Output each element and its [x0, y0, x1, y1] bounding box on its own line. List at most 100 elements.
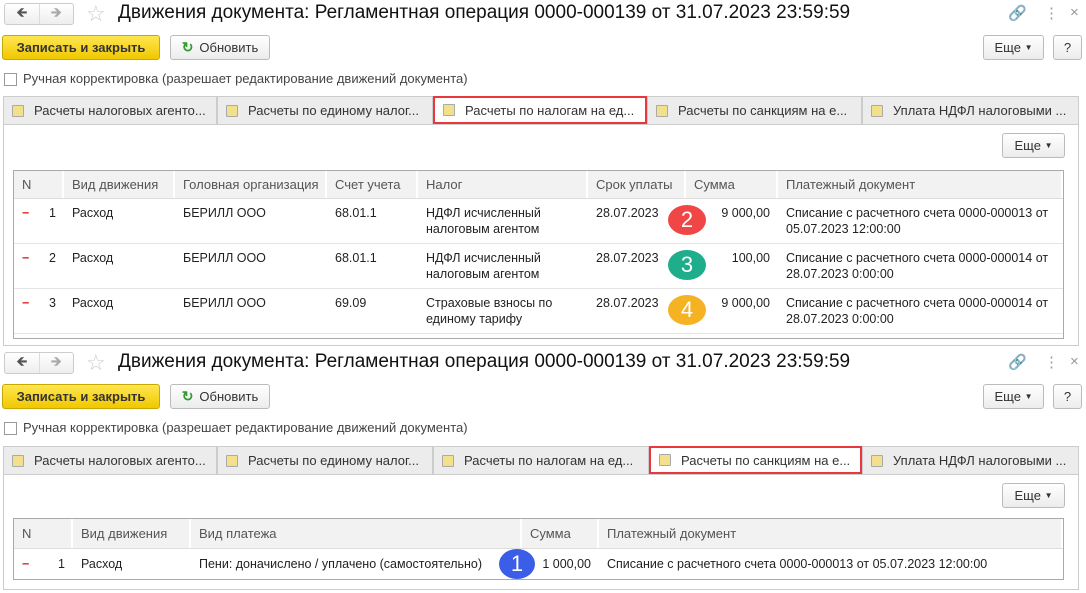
tab-strip: Расчеты налоговых агенто... Расчеты по е…: [3, 96, 1079, 124]
col-org[interactable]: Головная организация: [175, 171, 327, 198]
row-org: БЕРИЛЛ ООО: [183, 206, 266, 220]
row-doc: Списание с расчетного счета 0000-000014 …: [786, 251, 1049, 281]
tab-single-tax[interactable]: Расчеты по единому налог...: [217, 96, 433, 124]
col-n[interactable]: N: [14, 519, 73, 548]
row-n: 2: [49, 251, 56, 265]
tab-single-tax[interactable]: Расчеты по единому налог...: [217, 446, 433, 474]
col-n[interactable]: N: [14, 171, 64, 198]
col-doc[interactable]: Платежный документ: [599, 519, 1063, 548]
more-button[interactable]: Еще ▼: [983, 384, 1044, 409]
favorite-star-icon[interactable]: ☆: [86, 1, 106, 27]
col-sum[interactable]: Сумма: [522, 519, 599, 548]
tab-label: Уплата НДФЛ налоговыми ...: [893, 453, 1067, 468]
col-sum[interactable]: Сумма: [686, 171, 778, 198]
col-tax[interactable]: Налог: [418, 171, 588, 198]
more-label: Еще: [994, 389, 1021, 404]
tab-ndfl-payment[interactable]: Уплата НДФЛ налоговыми ...: [862, 96, 1079, 124]
expense-icon: −: [22, 206, 30, 220]
refresh-button[interactable]: ↻ Обновить: [170, 35, 270, 60]
table-row[interactable]: − 3 Расход БЕРИЛЛ ООО 69.09 Страховые взн…: [14, 289, 1063, 334]
table-row[interactable]: − 2 Расход БЕРИЛЛ ООО 68.01.1 НДФЛ исчисл…: [14, 244, 1063, 289]
col-doc[interactable]: Платежный документ: [778, 171, 1063, 198]
refresh-label: Обновить: [199, 389, 259, 404]
register-icon: [12, 104, 24, 117]
favorite-star-icon[interactable]: ☆: [86, 350, 106, 376]
row-account: 69.09: [335, 296, 367, 310]
table-row[interactable]: − 1 Расход Пени: доначислено / уплачено (…: [14, 549, 1063, 579]
movements-window-top: 🡸 🡺 ☆ Движения документа: Регламентная оп…: [0, 0, 1086, 346]
close-icon[interactable]: ×: [1070, 4, 1079, 21]
row-doc: Списание с расчетного счета 0000-000013 …: [786, 206, 1049, 236]
register-icon: [659, 454, 671, 466]
more-button[interactable]: Еще ▼: [983, 35, 1044, 60]
back-arrow-icon[interactable]: 🡸: [5, 4, 39, 24]
row-tax: Страховые взносы по единому тарифу: [426, 296, 553, 326]
table-row[interactable]: − 1 Расход БЕРИЛЛ ООО 68.01.1 НДФЛ исчисл…: [14, 199, 1063, 244]
help-button[interactable]: ?: [1053, 35, 1082, 60]
more-vertical-icon[interactable]: ⋮: [1044, 353, 1059, 371]
tab-strip: Расчеты налоговых агенто... Расчеты по е…: [3, 446, 1079, 474]
row-doc: Списание с расчетного счета 0000-000014 …: [786, 296, 1049, 326]
tab-label: Расчеты налоговых агенто...: [34, 453, 206, 468]
tab-taxes-single[interactable]: Расчеты по налогам на ед...: [433, 446, 649, 474]
more-label: Еще: [1014, 488, 1041, 503]
col-due[interactable]: Срок уплаты: [588, 171, 686, 198]
tab-label: Расчеты по единому налог...: [248, 453, 419, 468]
tab-sanctions[interactable]: Расчеты по санкциям на е...: [649, 446, 862, 474]
tab-tax-agents[interactable]: Расчеты налоговых агенто...: [3, 96, 217, 124]
forward-arrow-icon[interactable]: 🡺: [38, 4, 74, 24]
row-doc: Списание с расчетного счета 0000-000013 …: [607, 557, 988, 571]
tab-label: Расчеты по налогам на ед...: [465, 102, 635, 118]
expense-icon: −: [22, 296, 30, 310]
tab-content: Еще ▼ N Вид движения Вид платежа Сумма П…: [3, 474, 1079, 590]
register-icon: [226, 454, 238, 467]
save-close-button[interactable]: Записать и закрыть: [2, 384, 160, 409]
table-more-button[interactable]: Еще ▼: [1002, 483, 1065, 508]
row-n: 3: [49, 296, 56, 310]
refresh-button[interactable]: ↻ Обновить: [170, 384, 270, 409]
register-icon: [226, 104, 238, 117]
row-kind: Расход: [72, 206, 114, 220]
chevron-down-icon: ▼: [1024, 43, 1033, 52]
manual-edit-checkbox[interactable]: [4, 73, 17, 86]
tab-sanctions[interactable]: Расчеты по санкциям на е...: [647, 96, 862, 124]
link-icon[interactable]: 🔗: [1008, 4, 1027, 22]
tab-label: Расчеты по единому налог...: [248, 103, 419, 118]
table-more-button[interactable]: Еще ▼: [1002, 133, 1065, 158]
refresh-label: Обновить: [199, 40, 259, 55]
tab-taxes-single[interactable]: Расчеты по налогам на ед...: [433, 96, 647, 124]
register-icon: [656, 104, 668, 117]
col-payment-type[interactable]: Вид платежа: [191, 519, 522, 548]
row-account: 68.01.1: [335, 206, 377, 220]
more-vertical-icon[interactable]: ⋮: [1044, 4, 1059, 22]
manual-edit-checkbox[interactable]: [4, 422, 17, 435]
marker-badge-1: 1: [499, 549, 535, 579]
marker-badge-2: 2: [668, 205, 706, 235]
tab-tax-agents[interactable]: Расчеты налоговых агенто...: [3, 446, 217, 474]
register-icon: [442, 454, 454, 467]
tab-ndfl-payment[interactable]: Уплата НДФЛ налоговыми ...: [862, 446, 1079, 474]
row-tax: НДФЛ исчисленный налоговым агентом: [426, 206, 541, 236]
link-icon[interactable]: 🔗: [1008, 353, 1027, 371]
chevron-down-icon: ▼: [1044, 491, 1053, 500]
row-payment-type: Пени: доначислено / уплачено (самостояте…: [199, 557, 483, 571]
forward-arrow-icon[interactable]: 🡺: [38, 353, 74, 373]
save-close-button[interactable]: Записать и закрыть: [2, 35, 160, 60]
tab-label: Расчеты по санкциям на е...: [681, 452, 851, 468]
back-arrow-icon[interactable]: 🡸: [5, 353, 39, 373]
chevron-down-icon: ▼: [1024, 392, 1033, 401]
nav-buttons: 🡸 🡺: [4, 352, 74, 374]
help-button[interactable]: ?: [1053, 384, 1082, 409]
row-kind: Расход: [72, 296, 114, 310]
row-n: 1: [58, 557, 65, 571]
close-icon[interactable]: ×: [1070, 353, 1079, 370]
row-org: БЕРИЛЛ ООО: [183, 251, 266, 265]
col-kind[interactable]: Вид движения: [64, 171, 175, 198]
movements-window-bottom: 🡸 🡺 ☆ Движения документа: Регламентная оп…: [0, 349, 1086, 593]
tab-label: Уплата НДФЛ налоговыми ...: [893, 103, 1067, 118]
movements-table: N Вид движения Головная организация Счет…: [13, 170, 1064, 339]
col-account[interactable]: Счет учета: [327, 171, 418, 198]
col-kind[interactable]: Вид движения: [73, 519, 191, 548]
row-tax: НДФЛ исчисленный налоговым агентом: [426, 251, 541, 281]
tab-label: Расчеты налоговых агенто...: [34, 103, 206, 118]
